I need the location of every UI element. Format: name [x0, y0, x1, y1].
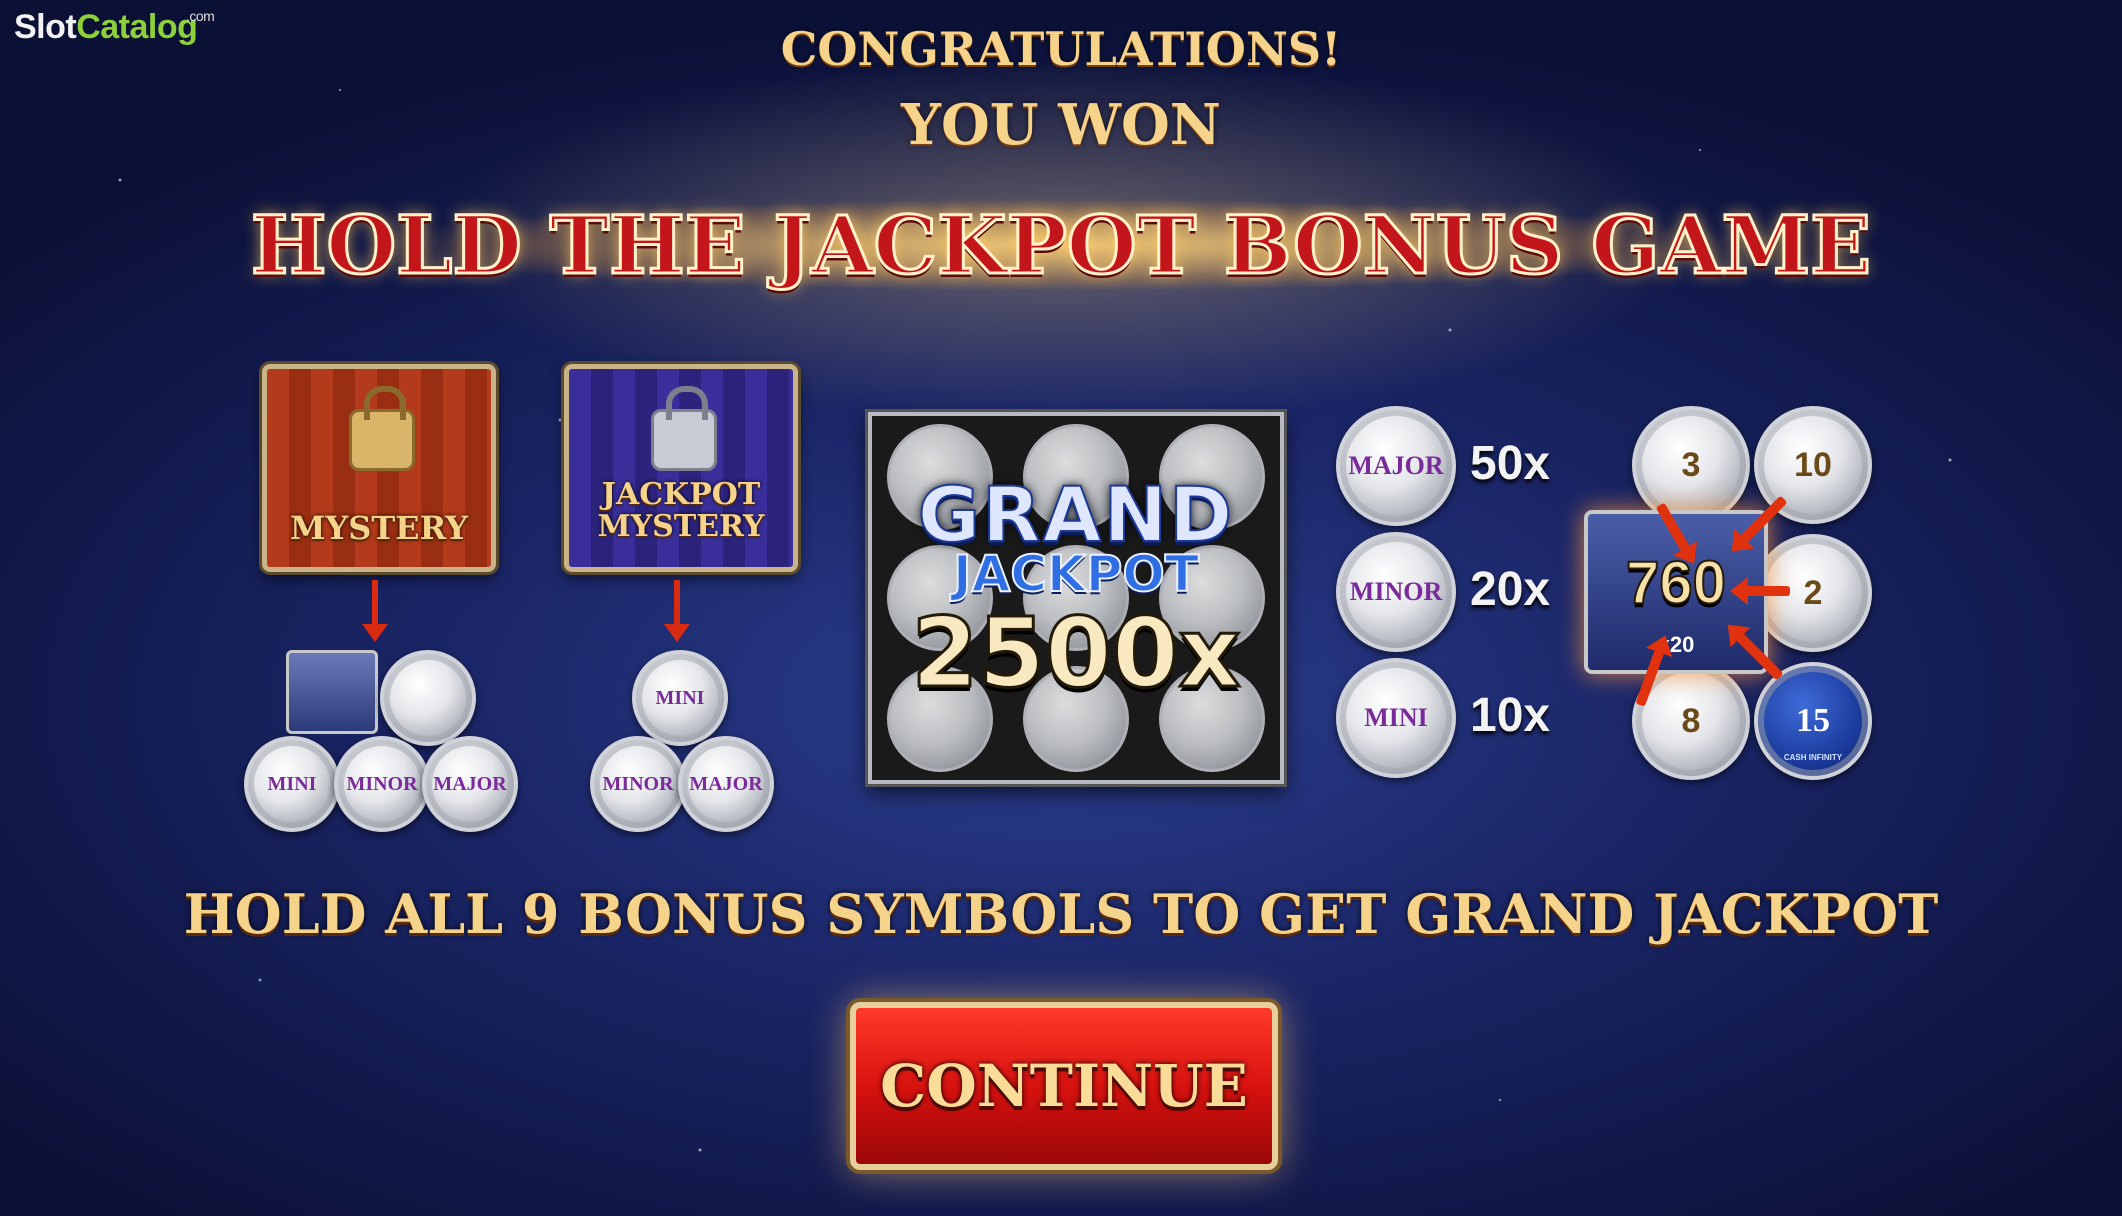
major-coin: MAJOR	[422, 736, 518, 832]
grand-jackpot-instruction: HOLD ALL 9 BONUS SYMBOLS TO GET GRAND JA…	[183, 882, 1939, 946]
major-multiplier: 50x	[1470, 437, 1551, 490]
cash-infinity-subtext: CASH INFINITY	[1783, 753, 1843, 762]
collect-arrow-icon	[1744, 586, 1790, 596]
minor-coin: MINOR	[590, 736, 686, 832]
mini-coin: MINI	[632, 650, 728, 746]
you-won-text: YOU WON	[901, 92, 1221, 158]
jackpot-mystery-line1: JACKPOT	[601, 477, 761, 512]
minor-multiplier: 20x	[1470, 563, 1551, 616]
continue-button[interactable]: CONTINUE	[850, 1002, 1278, 1170]
paytable-row-major: MAJOR 50x	[1336, 406, 1636, 526]
mini-coin: MINI	[1336, 658, 1456, 778]
grand-jackpot-overlay: GRAND JACKPOT 2500x	[868, 469, 1284, 711]
minor-coin: MINOR	[1336, 532, 1456, 652]
cash-infinity-value: 15	[1796, 702, 1830, 739]
down-arrow-icon	[362, 580, 388, 642]
mystery-label: MYSTERY	[289, 509, 469, 547]
major-coin: MAJOR	[678, 736, 774, 832]
down-arrow-icon	[664, 580, 690, 642]
bonus-game-title: HOLD THE JACKPOT BONUS GAME	[249, 197, 1872, 294]
value-coin: 3	[1632, 406, 1750, 524]
padlock-icon	[651, 386, 717, 471]
minor-coin: MINOR	[334, 736, 430, 832]
padlock-icon	[349, 386, 415, 471]
blank-coin	[380, 650, 476, 746]
cash-infinity-coin: 15 CASH INFINITY	[1754, 662, 1872, 780]
major-coin: MAJOR	[1336, 406, 1456, 526]
paytable-row-mini: MINI 10x	[1336, 658, 1636, 778]
mini-multiplier: 10x	[1470, 689, 1551, 742]
congratulations-text: CONGRATULATIONS!	[780, 22, 1342, 76]
grand-jackpot-value: 2500x	[910, 596, 1242, 711]
continue-label: CONTINUE	[880, 1052, 1248, 1120]
treasure-chest-icon	[286, 650, 378, 734]
jackpot-mystery-line2: MYSTERY	[597, 509, 765, 544]
mystery-symbol-tile: MYSTERY	[262, 364, 496, 572]
mini-coin: MINI	[244, 736, 340, 832]
jackpot-mystery-symbol-tile: JACKPOT MYSTERY	[564, 364, 798, 572]
jackpot-mystery-label: JACKPOT MYSTERY	[569, 479, 793, 543]
